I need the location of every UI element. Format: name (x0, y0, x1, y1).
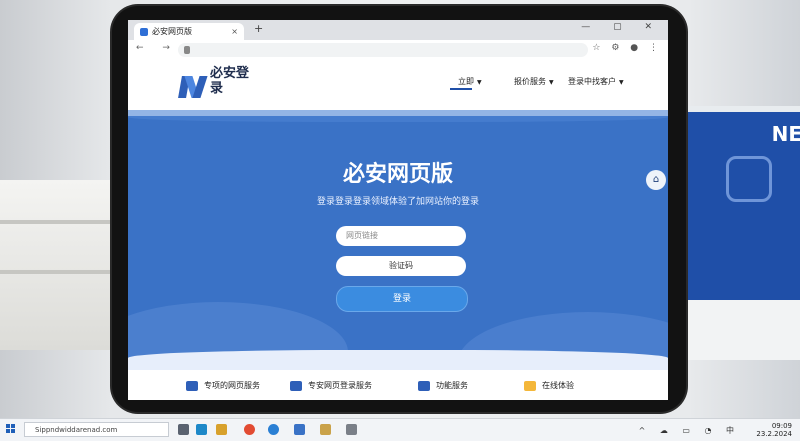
menu-item-clients[interactable]: 登录中找客户 ▼ (568, 76, 624, 87)
feature-label: 专安网页登录服务 (308, 381, 372, 390)
verify-code-field[interactable]: 验证码 (336, 256, 466, 276)
background-desk (680, 300, 800, 360)
folder-icon[interactable] (320, 424, 331, 435)
feature-item[interactable]: 专安网页登录服务 (290, 380, 372, 391)
clock-time: 09:09 (771, 422, 792, 430)
taskbar-search-input[interactable]: Sippndwiddarenad.com (24, 422, 169, 437)
background-shelf (0, 180, 113, 350)
menu-active-indicator (450, 88, 472, 90)
menu-item-label: 报价服务 (514, 77, 546, 86)
clock-date: 23.2.2024 (756, 430, 792, 438)
menu-item-label: 登录中找客户 (568, 77, 616, 86)
tab-title: 必安网页版 (152, 27, 192, 36)
edge-icon[interactable] (268, 424, 279, 435)
taskbar-clock[interactable]: 09:09 23.2.2024 (756, 422, 792, 438)
app-icon[interactable] (346, 424, 357, 435)
chevron-down-icon: ▼ (619, 79, 624, 86)
username-placeholder: 网页链接 (346, 231, 378, 240)
brand-logo-icon[interactable] (178, 72, 208, 98)
menu-item-quote[interactable]: 报价服务 ▼ (514, 76, 554, 87)
feature-icon (186, 380, 198, 391)
tab-close-icon[interactable]: × (231, 23, 238, 40)
feature-icon (290, 380, 302, 391)
browser-tab[interactable]: 必安网页版 × (134, 23, 244, 40)
hero-subtitle: 登录登录登录领域体验了加网站你的登录 (316, 197, 479, 207)
browser-screen: 必安网页版 × + — ▢ ✕ ← → ⟳ ☆ ⚙ ● ⋮ 必安登录 立即 ▼ 报… (128, 20, 668, 400)
address-bar[interactable] (178, 43, 588, 57)
monitor-text: NE (771, 122, 800, 146)
feature-label: 在线体验 (542, 381, 574, 390)
hero-wave (128, 110, 668, 122)
chevron-down-icon: ▼ (549, 79, 554, 86)
lock-icon (184, 46, 190, 54)
tab-bar: 必安网页版 × + — ▢ ✕ (128, 20, 668, 40)
monitor-logo-icon (726, 156, 772, 202)
new-tab-button[interactable]: + (254, 22, 263, 35)
site-favicon-icon (140, 28, 148, 36)
features-strip: 专项的网页服务 专安网页登录服务 功能服务 在线体验 (128, 370, 668, 400)
extension-icons[interactable]: ☆ ⚙ ● ⋮ (592, 43, 662, 53)
site-header: 必安登录 立即 ▼ 报价服务 ▼ 登录中找客户 ▼ (128, 60, 668, 116)
feature-item[interactable]: 功能服务 (418, 380, 468, 391)
brand-name[interactable]: 必安登录 (210, 66, 250, 96)
home-icon[interactable]: ⌂ (646, 170, 666, 190)
hero-title: 必安网页版 (342, 162, 453, 187)
hero-bottom-wave (128, 350, 668, 370)
username-input[interactable]: 网页链接 (336, 226, 466, 246)
hero-section: 必安网页版 登录登录登录领域体验了加网站你的登录 网页链接 验证码 登录 (128, 110, 668, 400)
task-view-icon[interactable] (178, 424, 189, 435)
menu-item-now[interactable]: 立即 ▼ (458, 76, 482, 87)
feature-item[interactable]: 在线体验 (524, 380, 574, 391)
background-monitor: NE (682, 106, 800, 308)
system-tray[interactable]: ^ ☁ ▭ ◔ 中 (639, 425, 740, 436)
windows-taskbar: Sippndwiddarenad.com ^ ☁ ▭ ◔ 中 09:09 23.… (0, 418, 800, 441)
files-icon[interactable] (216, 424, 227, 435)
mail-icon[interactable] (294, 424, 305, 435)
menu-item-label: 立即 (458, 77, 474, 86)
login-button[interactable]: 登录 (336, 286, 468, 312)
chrome-icon[interactable] (244, 424, 255, 435)
feature-label: 专项的网页服务 (204, 381, 260, 390)
feature-label: 功能服务 (436, 381, 468, 390)
chevron-down-icon: ▼ (477, 79, 482, 86)
feature-item[interactable]: 专项的网页服务 (186, 380, 260, 391)
start-button[interactable] (6, 424, 16, 434)
address-bar-row: ← → ⟳ ☆ ⚙ ● ⋮ (128, 40, 668, 61)
window-controls[interactable]: — ▢ ✕ (581, 22, 662, 32)
feature-icon (418, 380, 430, 391)
feature-icon (524, 380, 536, 391)
store-icon[interactable] (196, 424, 207, 435)
